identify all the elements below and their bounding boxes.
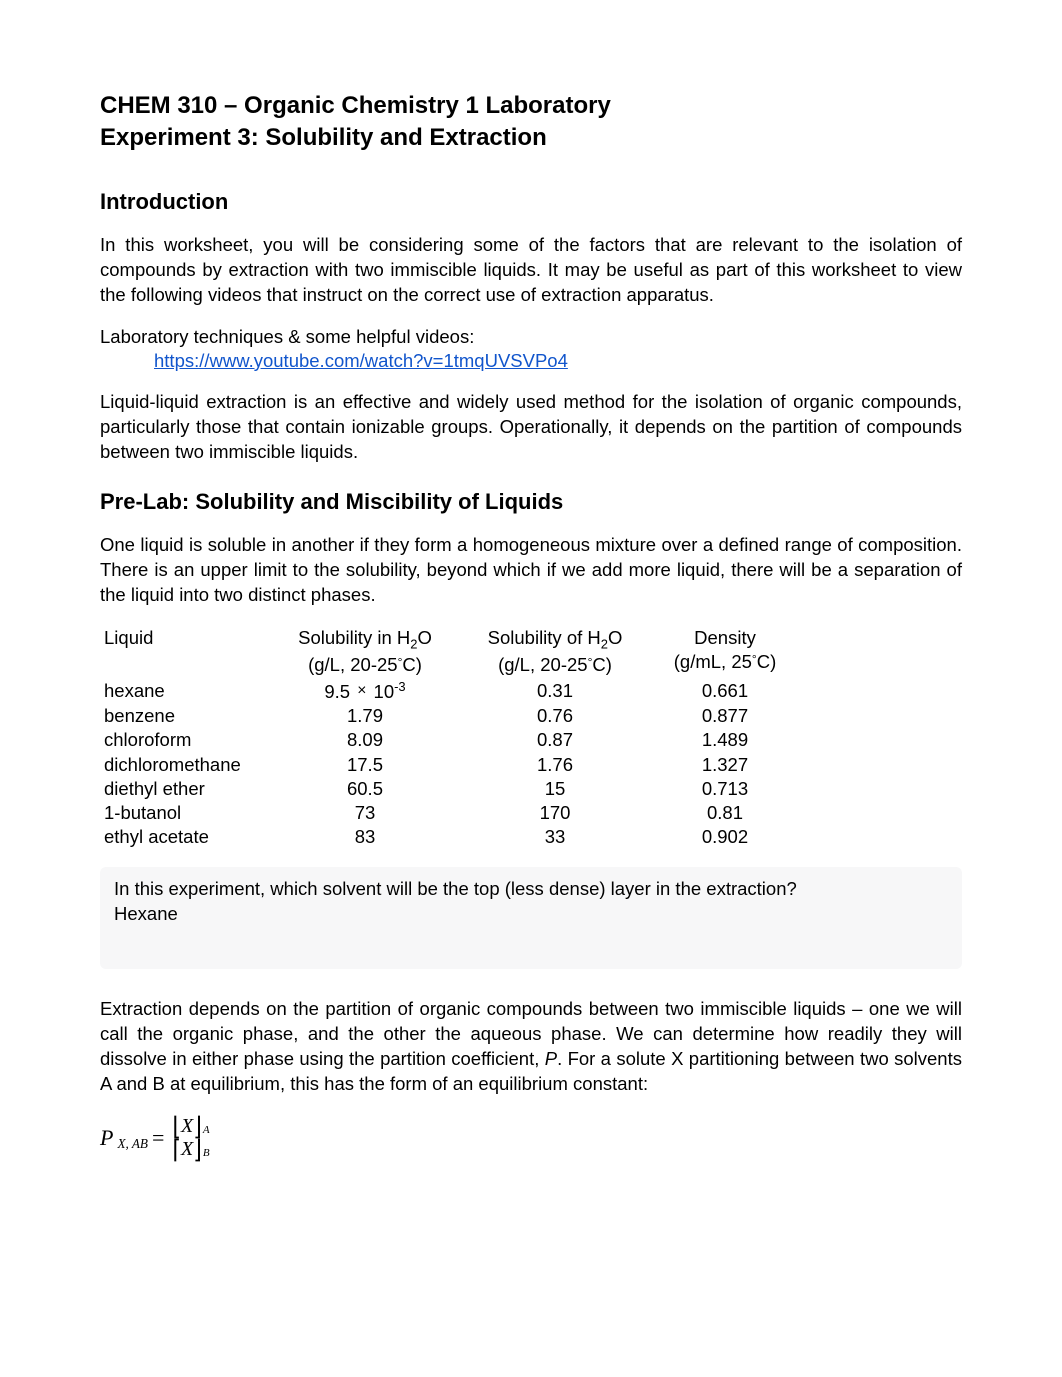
cell-liquid: diethyl ether	[100, 777, 270, 801]
cell-liquid: dichloromethane	[100, 753, 270, 777]
cell-sol-in: 1.79	[270, 704, 460, 728]
cell-density: 1.489	[650, 728, 800, 752]
title-block: CHEM 310 – Organic Chemistry 1 Laborator…	[100, 90, 962, 155]
prelab-paragraph-2: Extraction depends on the partition of o…	[100, 997, 962, 1097]
question-text: In this experiment, which solvent will b…	[114, 877, 948, 902]
cell-sol-of: 1.76	[460, 753, 650, 777]
table-row: diethyl ether 60.5 15 0.713	[100, 777, 962, 801]
col-header-density: Density (g/mL, 25°C)	[650, 626, 800, 678]
cell-density: 0.661	[650, 679, 800, 704]
partition-coefficient-formula: PX, AB = ⌊X⌋A ⌈X⌋B	[100, 1115, 962, 1161]
course-title: CHEM 310 – Organic Chemistry 1 Laborator…	[100, 90, 962, 122]
cell-sol-in: 60.5	[270, 777, 460, 801]
fraction: ⌊X⌋A ⌈X⌋B	[170, 1115, 211, 1161]
question-answer-box: In this experiment, which solvent will b…	[100, 867, 962, 969]
prelab-paragraph-1: One liquid is soluble in another if they…	[100, 533, 962, 608]
experiment-title: Experiment 3: Solubility and Extraction	[100, 122, 962, 154]
cell-density: 0.81	[650, 801, 800, 825]
answer-text: Hexane	[114, 902, 948, 927]
table-row: hexane 9.5 × 10-3 0.31 0.661	[100, 679, 962, 704]
cell-sol-in: 73	[270, 801, 460, 825]
cell-liquid: 1-butanol	[100, 801, 270, 825]
intro-paragraph-1: In this worksheet, you will be consideri…	[100, 233, 962, 308]
cell-sol-of: 33	[460, 825, 650, 849]
col-header-sol-in-h2o: Solubility in H2O (g/L, 20-25°C)	[270, 626, 460, 678]
cell-sol-of: 170	[460, 801, 650, 825]
table-row: dichloromethane 17.5 1.76 1.327	[100, 753, 962, 777]
cell-sol-of: 0.31	[460, 679, 650, 704]
table-row: benzene 1.79 0.76 0.877	[100, 704, 962, 728]
col-header-sol-of-h2o: Solubility of H2O (g/L, 20-25°C)	[460, 626, 650, 678]
cell-liquid: chloroform	[100, 728, 270, 752]
cell-density: 0.902	[650, 825, 800, 849]
cell-density: 0.713	[650, 777, 800, 801]
cell-sol-of: 0.76	[460, 704, 650, 728]
cell-sol-in: 9.5 × 10-3	[270, 679, 460, 704]
cell-liquid: ethyl acetate	[100, 825, 270, 849]
solubility-table: Liquid Solubility in H2O (g/L, 20-25°C) …	[100, 626, 962, 849]
table-row: 1-butanol 73 170 0.81	[100, 801, 962, 825]
document-page: CHEM 310 – Organic Chemistry 1 Laborator…	[0, 0, 1062, 1221]
cell-sol-in: 83	[270, 825, 460, 849]
cell-density: 1.327	[650, 753, 800, 777]
col-header-liquid: Liquid	[100, 626, 270, 678]
cell-liquid: benzene	[100, 704, 270, 728]
cell-liquid: hexane	[100, 679, 270, 704]
intro-paragraph-2: Liquid-liquid extraction is an effective…	[100, 390, 962, 465]
cell-density: 0.877	[650, 704, 800, 728]
cell-sol-of: 0.87	[460, 728, 650, 752]
cell-sol-of: 15	[460, 777, 650, 801]
table-row: ethyl acetate 83 33 0.902	[100, 825, 962, 849]
prelab-heading: Pre-Lab: Solubility and Miscibility of L…	[100, 489, 962, 515]
cell-sol-in: 8.09	[270, 728, 460, 752]
video-link[interactable]: https://www.youtube.com/watch?v=1tmqUVSV…	[154, 350, 962, 372]
table-row: chloroform 8.09 0.87 1.489	[100, 728, 962, 752]
table-header-row: Liquid Solubility in H2O (g/L, 20-25°C) …	[100, 626, 962, 680]
introduction-heading: Introduction	[100, 189, 962, 215]
cell-sol-in: 17.5	[270, 753, 460, 777]
videos-label: Laboratory techniques & some helpful vid…	[100, 326, 962, 348]
